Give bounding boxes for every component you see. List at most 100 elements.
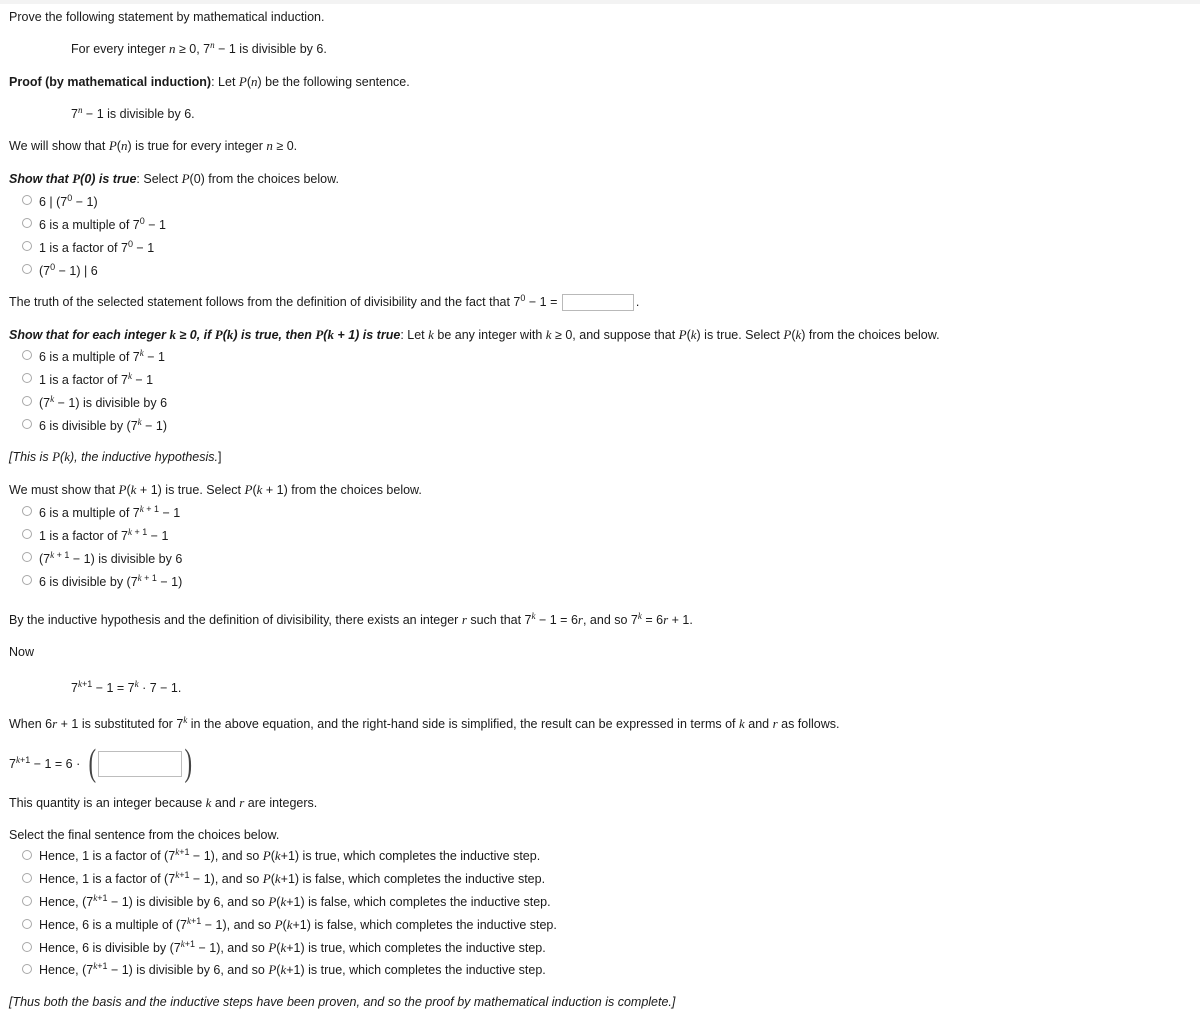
var-k: k [428, 326, 434, 342]
p0-choice-group[interactable]: 6 | (70 − 1) 6 is a multiple of 70 − 1 1… [0, 193, 1200, 285]
pn-sentence: 7n − 1 is divisible by 6. [71, 105, 195, 122]
proof-header-bold: Proof (by mathematical induction) [9, 74, 212, 89]
var-k-2: k [545, 326, 552, 342]
pk-choice-4[interactable]: 6 is divisible by (7k − 1) [0, 417, 1200, 440]
radio-icon[interactable] [22, 574, 32, 585]
radio-icon[interactable] [22, 896, 32, 907]
pk1-choice-4-label: 6 is divisible by (7k + 1 − 1) [39, 572, 183, 589]
final-choice-2-label: Hence, 1 is a factor of (7k+1 − 1), and … [39, 870, 546, 887]
radio-icon[interactable] [22, 194, 32, 205]
radio-icon[interactable] [22, 373, 32, 384]
hypothesis-note: [This is P(k), the inductive hypothesis.… [9, 449, 222, 465]
final-choice-6[interactable]: Hence, (7k+1 − 1) is divisible by 6, and… [0, 962, 1200, 985]
radio-icon[interactable] [22, 240, 32, 251]
pk-choice-4-label: 6 is divisible by (7k − 1) [39, 417, 168, 434]
radio-icon[interactable] [22, 217, 32, 228]
final-choice-3[interactable]: Hence, (7k+1 − 1) is divisible by 6, and… [0, 893, 1200, 917]
radio-icon[interactable] [22, 396, 32, 407]
pk1-choice-1[interactable]: 6 is a multiple of 7k + 1 − 1 [0, 504, 1200, 527]
radio-icon[interactable] [22, 918, 32, 929]
pk-choice-2-label: 1 is a factor of 7k − 1 [39, 371, 154, 388]
p0-choice-4-label: (70 − 1) | 6 [39, 261, 98, 278]
pk-choice-3-label: (7k − 1) is divisible by 6 [39, 394, 168, 411]
closing-note: [Thus both the basis and the inductive s… [0, 994, 1200, 1010]
pk1-choice-4[interactable]: 6 is divisible by (7k + 1 − 1) [0, 573, 1200, 596]
function-p-4: P [678, 326, 687, 342]
final-choice-4[interactable]: Hence, 6 is a multiple of (7k+1 − 1), an… [0, 915, 1200, 940]
radio-icon[interactable] [22, 850, 32, 861]
p0-choice-3-label: 1 is a factor of 70 − 1 [39, 238, 155, 255]
radio-icon[interactable] [22, 964, 32, 975]
fact-value-input[interactable] [561, 293, 634, 311]
radio-icon[interactable] [22, 350, 32, 361]
radio-icon[interactable] [22, 263, 32, 274]
statement-to-prove: For every integer n ≥ 0, 7n − 1 is divis… [71, 39, 327, 56]
radio-icon[interactable] [22, 528, 32, 539]
closing-note-text: [Thus both the basis and the inductive s… [9, 995, 676, 1010]
pk1-choice-3-label: (7k + 1 − 1) is divisible by 6 [39, 549, 183, 566]
p0-choice-1-label: 6 | (70 − 1) [39, 192, 98, 209]
final-choice-4-label: Hence, 6 is a multiple of (7k+1 − 1), an… [39, 915, 557, 932]
displayed-equation: 7k+1 − 1 = 7k · 7 − 1. [71, 679, 182, 696]
p0-choice-2[interactable]: 6 is a multiple of 70 − 1 [0, 216, 1200, 239]
final-prompt: Select the final sentence from the choic… [9, 828, 280, 843]
function-p-7: P [244, 481, 253, 497]
radio-icon[interactable] [22, 419, 32, 430]
pk1-choice-group[interactable]: 6 is a multiple of 7k + 1 − 1 1 is a fac… [0, 504, 1200, 596]
pk1-choice-2[interactable]: 1 is a factor of 7k + 1 − 1 [0, 527, 1200, 550]
p0-choice-3[interactable]: 1 is a factor of 70 − 1 [0, 239, 1200, 262]
final-choice-6-label: Hence, (7k+1 − 1) is divisible by 6, and… [39, 961, 546, 978]
var-n-arg-2: n [120, 138, 128, 154]
pk-choice-group[interactable]: 6 is a multiple of 7k − 1 1 is a factor … [0, 348, 1200, 440]
basis-header-bold: Show that P(0) is true [9, 170, 137, 186]
pk-choice-3[interactable]: (7k − 1) is divisible by 6 [0, 394, 1200, 417]
proof-header: Proof (by mathematical induction): Let P… [9, 73, 410, 89]
exponent-n: n [210, 39, 215, 50]
radio-icon[interactable] [22, 941, 32, 952]
problem-body: Prove the following statement by mathema… [0, 4, 1200, 1010]
function-p-3: P [181, 170, 190, 186]
pk-choice-2[interactable]: 1 is a factor of 7k − 1 [0, 371, 1200, 394]
radio-icon[interactable] [22, 873, 32, 884]
final-choice-5-label: Hence, 6 is divisible by (7k+1 − 1), and… [39, 938, 546, 955]
function-p-2: P [108, 138, 117, 154]
result-expression-input[interactable] [98, 750, 183, 777]
pk-choice-1[interactable]: 6 is a multiple of 7k − 1 [0, 348, 1200, 371]
exponent-n-2: n [77, 105, 83, 116]
result-equation: 7k+1 − 1 = 6 · ( ) [9, 741, 193, 784]
function-p-6: P [118, 481, 127, 497]
final-choice-1-label: Hence, 1 is a factor of (7k+1 − 1), and … [39, 847, 541, 864]
final-choice-5[interactable]: Hence, 6 is divisible by (7k+1 − 1), and… [0, 938, 1200, 963]
p0-choice-1[interactable]: 6 | (70 − 1) [0, 193, 1200, 216]
p0-choice-4[interactable]: (70 − 1) | 6 [0, 262, 1200, 285]
var-n-3: n [266, 138, 273, 154]
radio-icon[interactable] [22, 551, 32, 562]
hypothesis-note-text: [This is P(k), the inductive hypothesis. [9, 449, 218, 465]
pk-choice-1-label: 6 is a multiple of 7k − 1 [39, 348, 165, 365]
function-p: P [238, 73, 247, 89]
substitution-line: When 6r + 1 is substituted for 7k in the… [9, 715, 840, 732]
will-show-line: We will show that P(n) is true for every… [9, 138, 298, 154]
basis-header: Show that P(0) is true: Select P(0) from… [9, 170, 339, 186]
p0-choice-2-label: 6 is a multiple of 70 − 1 [39, 215, 166, 232]
by-hypothesis-line: By the inductive hypothesis and the defi… [9, 610, 693, 627]
pk1-choice-3[interactable]: (7k + 1 − 1) is divisible by 6 [0, 550, 1200, 573]
radio-icon[interactable] [22, 505, 32, 516]
var-r: r [461, 611, 467, 627]
pk1-choice-1-label: 6 is a multiple of 7k + 1 − 1 [39, 503, 181, 520]
must-show-line: We must show that P(k + 1) is true. Sele… [9, 481, 422, 497]
final-choice-group[interactable]: Hence, 1 is a factor of (7k+1 − 1), and … [0, 848, 1200, 985]
now-label: Now [9, 645, 35, 660]
function-p-5: P [783, 326, 792, 342]
pk1-choice-2-label: 1 is a factor of 7k + 1 − 1 [39, 526, 169, 543]
final-choice-1[interactable]: Hence, 1 is a factor of (7k+1 − 1), and … [0, 848, 1200, 871]
inductive-header-bold: Show that for each integer k ≥ 0, if P(k… [9, 326, 401, 342]
result-equation-lhs: 7k+1 − 1 = 6 · [9, 754, 83, 771]
truth-line: The truth of the selected statement foll… [0, 293, 1200, 311]
inductive-header: Show that for each integer k ≥ 0, if P(k… [9, 326, 940, 342]
final-choice-2[interactable]: Hence, 1 is a factor of (7k+1 − 1), and … [0, 871, 1200, 894]
prompt-text: Prove the following statement by mathema… [0, 9, 1200, 25]
prompt-label: Prove the following statement by mathema… [9, 10, 325, 24]
integer-note: This quantity is an integer because k an… [9, 794, 318, 810]
var-n-arg: n [251, 73, 258, 89]
